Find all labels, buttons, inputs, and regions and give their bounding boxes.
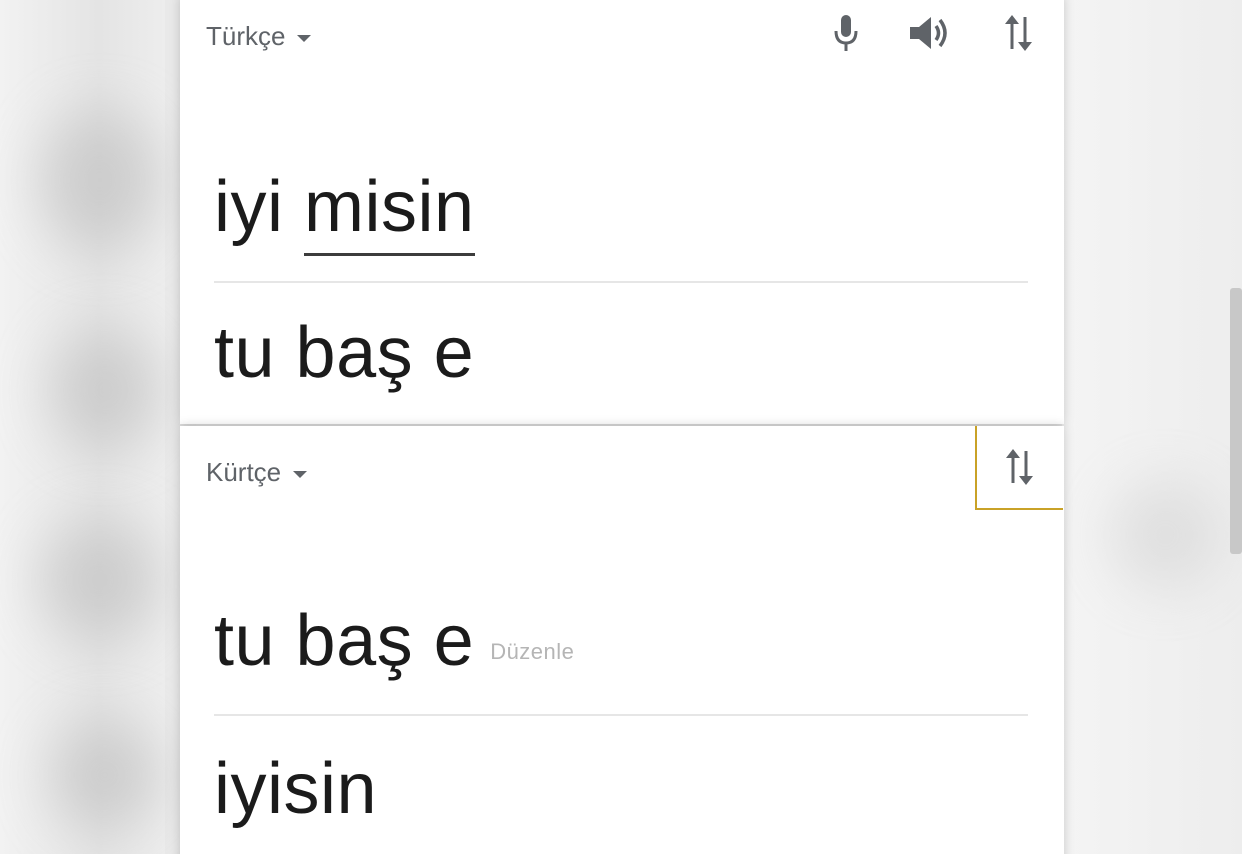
input-word-plain: iyi [214, 167, 304, 247]
target-input-text[interactable]: tu baş e Düzenle [214, 600, 574, 682]
background-blur [40, 110, 160, 250]
background-right [1062, 0, 1242, 854]
source-language-label: Türkçe [206, 20, 286, 51]
scrollbar[interactable] [1230, 288, 1242, 554]
source-card: Türkçe iyi misin tu baş e [180, 0, 1064, 424]
target-language-label: Kürtçe [206, 456, 282, 487]
target-card: Kürtçe tu baş e Düzenle iyisin [180, 426, 1064, 854]
edit-link[interactable]: Düzenle [490, 639, 574, 664]
swap-button[interactable] [975, 426, 1063, 510]
background-blur [50, 720, 160, 830]
dropdown-caret-icon [293, 470, 308, 478]
swap-icon[interactable] [996, 10, 1042, 56]
target-translation-text: iyisin [214, 749, 378, 829]
background-blur [40, 520, 160, 640]
target-language-selector[interactable]: Kürtçe [206, 452, 308, 492]
source-translation-text: tu baş e [214, 313, 475, 393]
divider [214, 281, 1028, 283]
swap-icon [1006, 449, 1033, 485]
microphone-icon[interactable] [823, 10, 869, 56]
source-language-selector[interactable]: Türkçe [206, 16, 312, 56]
source-input-text[interactable]: iyi misin [214, 166, 475, 256]
dropdown-caret-icon [297, 34, 312, 42]
background-blur [1110, 480, 1220, 590]
input-word-underlined[interactable]: misin [304, 167, 475, 256]
background-blur [50, 330, 160, 450]
speaker-icon[interactable] [907, 10, 953, 56]
divider [214, 714, 1028, 716]
target-input-value: tu baş e [214, 601, 475, 681]
